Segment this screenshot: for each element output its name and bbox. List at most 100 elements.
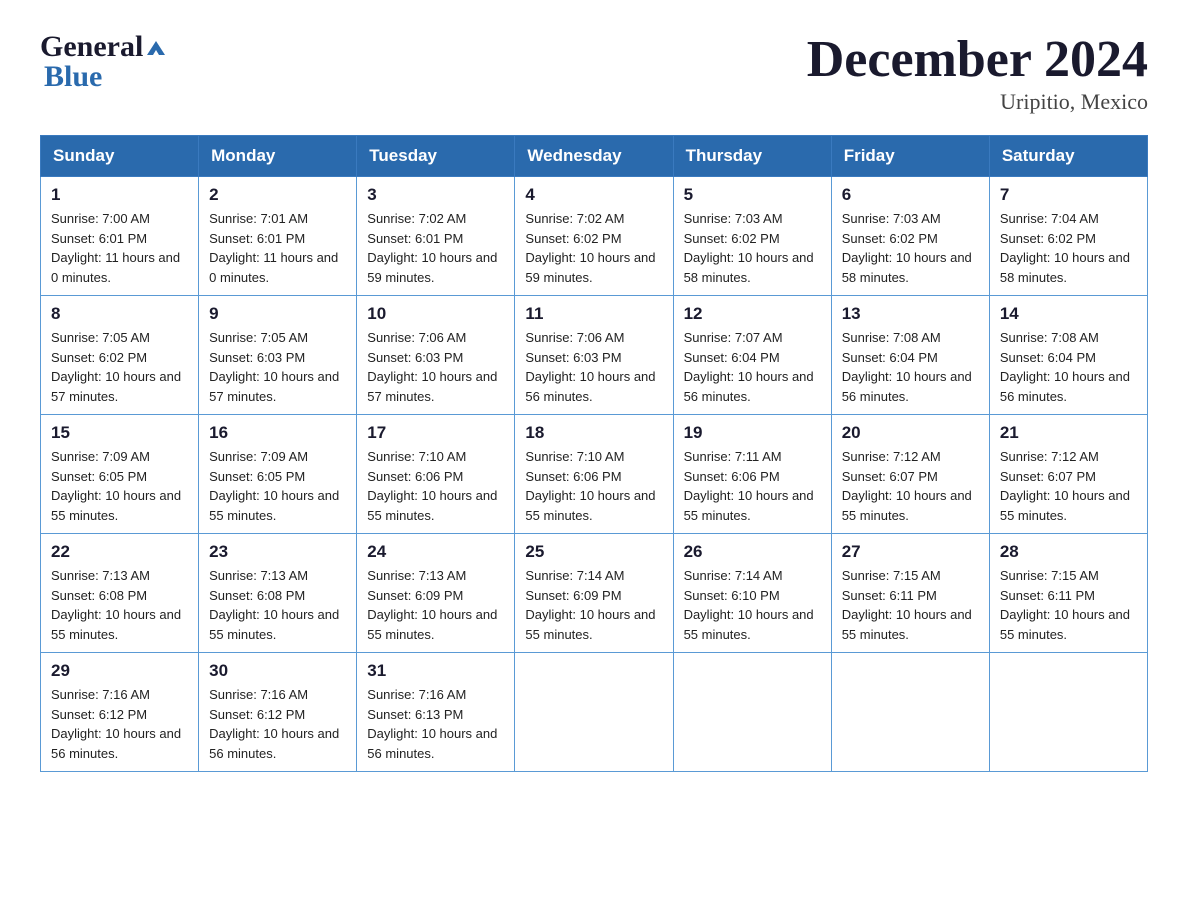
day-info: Sunrise: 7:06 AMSunset: 6:03 PMDaylight:…: [367, 330, 497, 404]
table-row: 25 Sunrise: 7:14 AMSunset: 6:09 PMDaylig…: [515, 534, 673, 653]
day-info: Sunrise: 7:03 AMSunset: 6:02 PMDaylight:…: [842, 211, 972, 285]
day-number: 25: [525, 542, 662, 562]
day-number: 18: [525, 423, 662, 443]
table-row: 16 Sunrise: 7:09 AMSunset: 6:05 PMDaylig…: [199, 415, 357, 534]
day-number: 13: [842, 304, 979, 324]
day-info: Sunrise: 7:08 AMSunset: 6:04 PMDaylight:…: [1000, 330, 1130, 404]
title-section: December 2024 Uripitio, Mexico: [807, 30, 1148, 115]
table-row: 29 Sunrise: 7:16 AMSunset: 6:12 PMDaylig…: [41, 653, 199, 772]
calendar-week-row: 8 Sunrise: 7:05 AMSunset: 6:02 PMDayligh…: [41, 296, 1148, 415]
day-number: 10: [367, 304, 504, 324]
table-row: 27 Sunrise: 7:15 AMSunset: 6:11 PMDaylig…: [831, 534, 989, 653]
day-number: 6: [842, 185, 979, 205]
table-row: 1 Sunrise: 7:00 AMSunset: 6:01 PMDayligh…: [41, 177, 199, 296]
day-number: 19: [684, 423, 821, 443]
table-row: 23 Sunrise: 7:13 AMSunset: 6:08 PMDaylig…: [199, 534, 357, 653]
day-info: Sunrise: 7:13 AMSunset: 6:08 PMDaylight:…: [51, 568, 181, 642]
table-row: 5 Sunrise: 7:03 AMSunset: 6:02 PMDayligh…: [673, 177, 831, 296]
day-number: 2: [209, 185, 346, 205]
table-row: 18 Sunrise: 7:10 AMSunset: 6:06 PMDaylig…: [515, 415, 673, 534]
day-number: 27: [842, 542, 979, 562]
calendar-week-row: 15 Sunrise: 7:09 AMSunset: 6:05 PMDaylig…: [41, 415, 1148, 534]
logo-blue-text: Blue: [44, 60, 102, 94]
table-row: [673, 653, 831, 772]
col-sunday: Sunday: [41, 136, 199, 177]
day-info: Sunrise: 7:13 AMSunset: 6:09 PMDaylight:…: [367, 568, 497, 642]
day-number: 28: [1000, 542, 1137, 562]
day-info: Sunrise: 7:15 AMSunset: 6:11 PMDaylight:…: [842, 568, 972, 642]
table-row: 20 Sunrise: 7:12 AMSunset: 6:07 PMDaylig…: [831, 415, 989, 534]
table-row: 8 Sunrise: 7:05 AMSunset: 6:02 PMDayligh…: [41, 296, 199, 415]
col-monday: Monday: [199, 136, 357, 177]
table-row: 11 Sunrise: 7:06 AMSunset: 6:03 PMDaylig…: [515, 296, 673, 415]
table-row: 19 Sunrise: 7:11 AMSunset: 6:06 PMDaylig…: [673, 415, 831, 534]
logo-general-text: General: [40, 30, 143, 64]
day-info: Sunrise: 7:10 AMSunset: 6:06 PMDaylight:…: [525, 449, 655, 523]
table-row: 28 Sunrise: 7:15 AMSunset: 6:11 PMDaylig…: [989, 534, 1147, 653]
day-info: Sunrise: 7:08 AMSunset: 6:04 PMDaylight:…: [842, 330, 972, 404]
table-row: 10 Sunrise: 7:06 AMSunset: 6:03 PMDaylig…: [357, 296, 515, 415]
table-row: 26 Sunrise: 7:14 AMSunset: 6:10 PMDaylig…: [673, 534, 831, 653]
day-number: 8: [51, 304, 188, 324]
table-row: 7 Sunrise: 7:04 AMSunset: 6:02 PMDayligh…: [989, 177, 1147, 296]
day-number: 16: [209, 423, 346, 443]
table-row: 30 Sunrise: 7:16 AMSunset: 6:12 PMDaylig…: [199, 653, 357, 772]
table-row: [515, 653, 673, 772]
table-row: [831, 653, 989, 772]
table-row: 15 Sunrise: 7:09 AMSunset: 6:05 PMDaylig…: [41, 415, 199, 534]
day-info: Sunrise: 7:07 AMSunset: 6:04 PMDaylight:…: [684, 330, 814, 404]
day-number: 20: [842, 423, 979, 443]
logo-triangle-icon: [145, 37, 167, 59]
day-number: 24: [367, 542, 504, 562]
day-number: 30: [209, 661, 346, 681]
day-info: Sunrise: 7:15 AMSunset: 6:11 PMDaylight:…: [1000, 568, 1130, 642]
calendar-week-row: 22 Sunrise: 7:13 AMSunset: 6:08 PMDaylig…: [41, 534, 1148, 653]
day-number: 3: [367, 185, 504, 205]
day-number: 12: [684, 304, 821, 324]
day-number: 14: [1000, 304, 1137, 324]
day-number: 23: [209, 542, 346, 562]
day-info: Sunrise: 7:14 AMSunset: 6:10 PMDaylight:…: [684, 568, 814, 642]
day-number: 5: [684, 185, 821, 205]
table-row: 9 Sunrise: 7:05 AMSunset: 6:03 PMDayligh…: [199, 296, 357, 415]
table-row: 17 Sunrise: 7:10 AMSunset: 6:06 PMDaylig…: [357, 415, 515, 534]
day-info: Sunrise: 7:10 AMSunset: 6:06 PMDaylight:…: [367, 449, 497, 523]
table-row: 2 Sunrise: 7:01 AMSunset: 6:01 PMDayligh…: [199, 177, 357, 296]
day-number: 29: [51, 661, 188, 681]
day-info: Sunrise: 7:09 AMSunset: 6:05 PMDaylight:…: [51, 449, 181, 523]
day-info: Sunrise: 7:05 AMSunset: 6:02 PMDaylight:…: [51, 330, 181, 404]
day-info: Sunrise: 7:16 AMSunset: 6:12 PMDaylight:…: [209, 687, 339, 761]
day-number: 22: [51, 542, 188, 562]
day-info: Sunrise: 7:11 AMSunset: 6:06 PMDaylight:…: [684, 449, 814, 523]
day-info: Sunrise: 7:02 AMSunset: 6:02 PMDaylight:…: [525, 211, 655, 285]
day-info: Sunrise: 7:13 AMSunset: 6:08 PMDaylight:…: [209, 568, 339, 642]
day-number: 4: [525, 185, 662, 205]
calendar-table: Sunday Monday Tuesday Wednesday Thursday…: [40, 135, 1148, 772]
day-number: 9: [209, 304, 346, 324]
calendar-week-row: 29 Sunrise: 7:16 AMSunset: 6:12 PMDaylig…: [41, 653, 1148, 772]
day-info: Sunrise: 7:04 AMSunset: 6:02 PMDaylight:…: [1000, 211, 1130, 285]
table-row: [989, 653, 1147, 772]
col-tuesday: Tuesday: [357, 136, 515, 177]
col-wednesday: Wednesday: [515, 136, 673, 177]
page-header: General Blue December 2024 Uripitio, Mex…: [40, 30, 1148, 115]
day-info: Sunrise: 7:01 AMSunset: 6:01 PMDaylight:…: [209, 211, 338, 285]
col-friday: Friday: [831, 136, 989, 177]
day-number: 11: [525, 304, 662, 324]
calendar-header-row: Sunday Monday Tuesday Wednesday Thursday…: [41, 136, 1148, 177]
table-row: 12 Sunrise: 7:07 AMSunset: 6:04 PMDaylig…: [673, 296, 831, 415]
day-number: 17: [367, 423, 504, 443]
table-row: 24 Sunrise: 7:13 AMSunset: 6:09 PMDaylig…: [357, 534, 515, 653]
day-info: Sunrise: 7:14 AMSunset: 6:09 PMDaylight:…: [525, 568, 655, 642]
table-row: 4 Sunrise: 7:02 AMSunset: 6:02 PMDayligh…: [515, 177, 673, 296]
day-number: 21: [1000, 423, 1137, 443]
day-number: 26: [684, 542, 821, 562]
day-number: 15: [51, 423, 188, 443]
table-row: 14 Sunrise: 7:08 AMSunset: 6:04 PMDaylig…: [989, 296, 1147, 415]
day-info: Sunrise: 7:05 AMSunset: 6:03 PMDaylight:…: [209, 330, 339, 404]
calendar-week-row: 1 Sunrise: 7:00 AMSunset: 6:01 PMDayligh…: [41, 177, 1148, 296]
table-row: 13 Sunrise: 7:08 AMSunset: 6:04 PMDaylig…: [831, 296, 989, 415]
day-info: Sunrise: 7:06 AMSunset: 6:03 PMDaylight:…: [525, 330, 655, 404]
col-saturday: Saturday: [989, 136, 1147, 177]
month-title: December 2024: [807, 30, 1148, 89]
